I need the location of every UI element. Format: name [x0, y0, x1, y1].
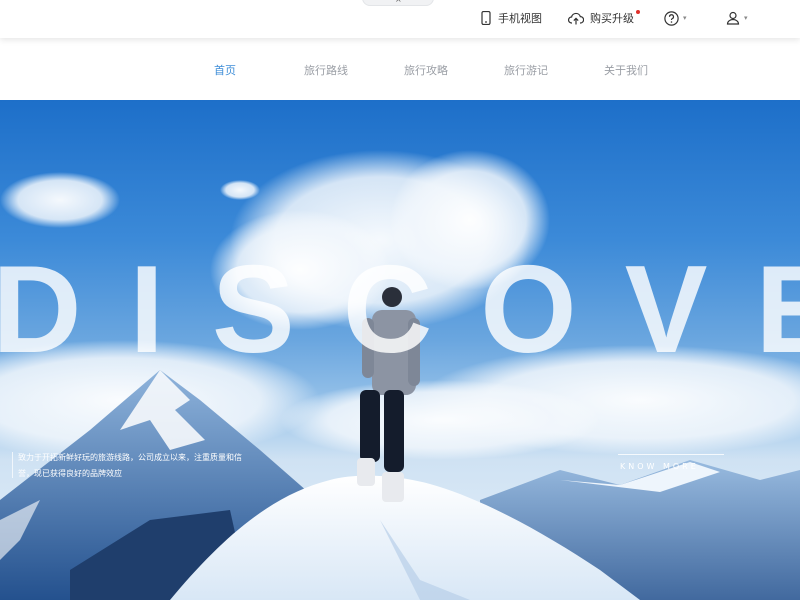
- nav-item-about[interactable]: 关于我们: [604, 62, 648, 78]
- upgrade-label: 购买升级: [590, 12, 634, 25]
- site-nav: 首页 旅行路线 旅行攻略 旅行游记 关于我们: [0, 38, 800, 100]
- collapsed-tab[interactable]: ×: [362, 0, 434, 6]
- nav-item-guides[interactable]: 旅行攻略: [404, 62, 448, 78]
- hero-headline: DISCOVER: [0, 241, 800, 379]
- user-menu[interactable]: ▾: [726, 8, 748, 28]
- upgrade-label-wrap: 购买升级: [590, 10, 640, 26]
- cloud-upload-icon: [568, 12, 584, 25]
- hero-description: 致力于开拓新鲜好玩的旅游线路，公司成立以来，注重质量和信誉，现已获得良好的品牌效…: [18, 453, 242, 478]
- editor-toolbar: × 手机视图 购买升级 ▾ ▾: [0, 0, 800, 38]
- description-divider: [12, 452, 13, 478]
- help-icon: [664, 10, 679, 26]
- user-icon: [726, 11, 740, 25]
- chevron-down-icon: ▾: [744, 14, 748, 22]
- cta-divider: [618, 454, 724, 455]
- know-more-link[interactable]: KNOW MORE: [620, 462, 699, 471]
- chevron-down-icon: ▾: [683, 14, 687, 22]
- upgrade-button[interactable]: 购买升级: [568, 8, 640, 28]
- close-icon[interactable]: ×: [395, 0, 402, 5]
- phone-icon: [480, 11, 492, 25]
- nav-item-travelogues[interactable]: 旅行游记: [504, 62, 548, 78]
- help-menu[interactable]: ▾: [664, 8, 687, 28]
- notification-dot: [636, 10, 640, 14]
- nav-item-routes[interactable]: 旅行路线: [304, 62, 348, 78]
- nav-item-home[interactable]: 首页: [214, 62, 236, 78]
- mobile-view-label: 手机视图: [498, 12, 542, 25]
- hero-banner: DISCOVER 致力于开拓新鲜好玩的旅游线路，公司成立以来，注重质量和信誉，现…: [0, 100, 800, 600]
- mobile-view-button[interactable]: 手机视图: [480, 8, 542, 28]
